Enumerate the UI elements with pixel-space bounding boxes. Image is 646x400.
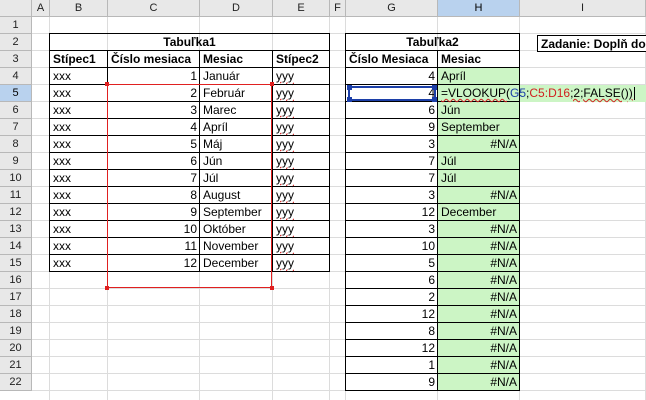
gridline-horizontal bbox=[32, 288, 646, 289]
table2-rule bbox=[346, 152, 519, 153]
table1-rule bbox=[50, 50, 329, 51]
table2-rule bbox=[346, 254, 519, 255]
table2-rule bbox=[346, 237, 519, 238]
table2-rule bbox=[346, 288, 519, 289]
formula-ref-range: C5:D16 bbox=[529, 86, 571, 100]
reference-handle[interactable] bbox=[270, 82, 274, 86]
formula-args: ;2;FALSE()) bbox=[570, 86, 633, 100]
column-header-f[interactable]: F bbox=[330, 0, 346, 17]
row-header-6[interactable]: 6 bbox=[0, 102, 32, 119]
reference-handle[interactable] bbox=[432, 97, 437, 102]
formula-edit-cell[interactable]: =VLOOKUP(G5;C5:D16;2;FALSE()) bbox=[438, 85, 646, 102]
column-header-g[interactable]: G bbox=[346, 0, 438, 17]
reference-handle[interactable] bbox=[432, 85, 437, 90]
table2-rule bbox=[346, 339, 519, 340]
column-header-e[interactable]: E bbox=[273, 0, 330, 17]
table2-rule bbox=[346, 118, 519, 119]
row-header-5[interactable]: 5 bbox=[0, 85, 32, 102]
task-label[interactable]: Zadanie: Doplň do T bbox=[537, 35, 646, 52]
row-header-1[interactable]: 1 bbox=[0, 17, 32, 34]
column-header-c[interactable]: C bbox=[108, 0, 200, 17]
gridline-horizontal bbox=[32, 339, 646, 340]
table1-rule bbox=[50, 67, 329, 68]
row-header-7[interactable]: 7 bbox=[0, 119, 32, 136]
gridline-horizontal bbox=[32, 305, 646, 306]
gridline-horizontal bbox=[32, 356, 646, 357]
column-header-h[interactable]: H bbox=[438, 0, 520, 17]
row-header-2[interactable]: 2 bbox=[0, 34, 32, 51]
gridline-horizontal bbox=[32, 322, 646, 323]
table2-rule bbox=[346, 373, 519, 374]
table2-rule bbox=[346, 305, 519, 306]
table2-rule bbox=[346, 271, 519, 272]
reference-handle[interactable] bbox=[270, 286, 274, 290]
reference-handle[interactable] bbox=[347, 85, 352, 90]
row-header-22[interactable]: 22 bbox=[0, 374, 32, 391]
formula-ref-lookup-value: G5 bbox=[510, 86, 527, 100]
reference-highlight-g5 bbox=[348, 86, 436, 101]
column-header-b[interactable]: B bbox=[50, 0, 108, 17]
table2-rule bbox=[346, 135, 519, 136]
row-header-12[interactable]: 12 bbox=[0, 204, 32, 221]
reference-handle[interactable] bbox=[105, 286, 109, 290]
row-header-18[interactable]: 18 bbox=[0, 306, 32, 323]
table2-rule bbox=[346, 356, 519, 357]
row-header-19[interactable]: 19 bbox=[0, 323, 32, 340]
reference-handle[interactable] bbox=[105, 82, 109, 86]
row-header-4[interactable]: 4 bbox=[0, 68, 32, 85]
row-header-11[interactable]: 11 bbox=[0, 187, 32, 204]
row-header-10[interactable]: 10 bbox=[0, 170, 32, 187]
table2-rule bbox=[346, 322, 519, 323]
column-header-d[interactable]: D bbox=[200, 0, 273, 17]
table2-rule bbox=[346, 169, 519, 170]
formula-prefix: =VLOOKUP( bbox=[441, 86, 511, 100]
row-header-20[interactable]: 20 bbox=[0, 340, 32, 357]
row-header-9[interactable]: 9 bbox=[0, 153, 32, 170]
reference-highlight-c5-d16 bbox=[107, 84, 272, 288]
row-header-13[interactable]: 13 bbox=[0, 221, 32, 238]
row-header-14[interactable]: 14 bbox=[0, 238, 32, 255]
table2-divider bbox=[437, 51, 438, 391]
table2-rule bbox=[346, 203, 519, 204]
row-header-21[interactable]: 21 bbox=[0, 357, 32, 374]
gridline-horizontal bbox=[32, 390, 646, 391]
column-header-a[interactable]: A bbox=[32, 0, 50, 17]
table2-rule bbox=[346, 50, 519, 51]
select-all-corner[interactable] bbox=[0, 0, 32, 17]
reference-handle[interactable] bbox=[347, 97, 352, 102]
row-header-15[interactable]: 15 bbox=[0, 255, 32, 272]
table2-rule bbox=[346, 186, 519, 187]
column-header-i[interactable]: I bbox=[520, 0, 646, 17]
table2-rule bbox=[346, 220, 519, 221]
row-header-17[interactable]: 17 bbox=[0, 289, 32, 306]
table2-rule bbox=[346, 67, 519, 68]
row-header-8[interactable]: 8 bbox=[0, 136, 32, 153]
row-header-3[interactable]: 3 bbox=[0, 51, 32, 68]
gridline-horizontal bbox=[32, 373, 646, 374]
row-header-16[interactable]: 16 bbox=[0, 272, 32, 289]
text-cursor bbox=[633, 87, 635, 101]
